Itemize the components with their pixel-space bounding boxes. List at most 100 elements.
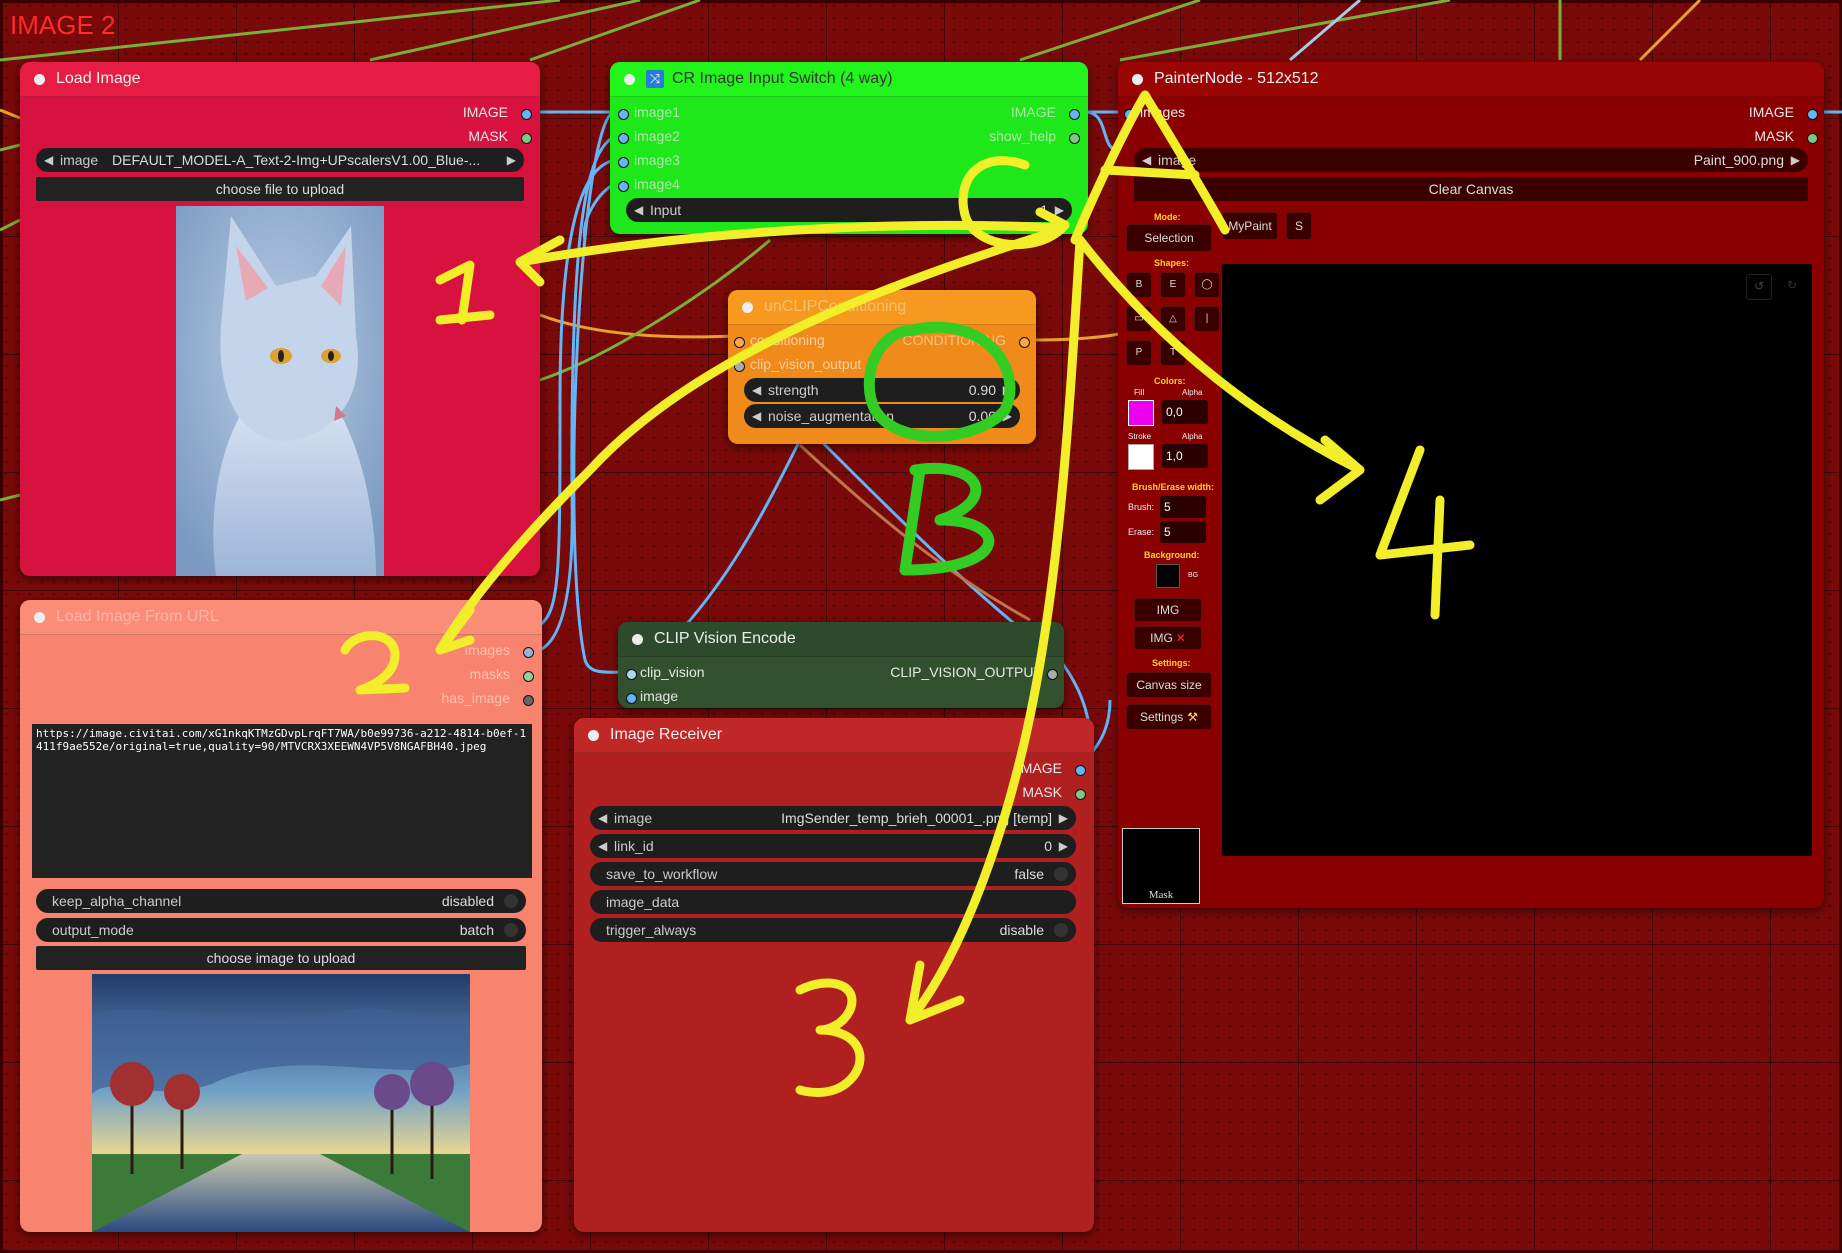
arrow-right-icon[interactable]: ▶ bbox=[1003, 404, 1012, 428]
group-title[interactable]: IMAGE 2 bbox=[10, 10, 115, 41]
arrow-right-icon[interactable]: ▶ bbox=[1059, 834, 1068, 858]
input-select-widget[interactable]: ◀ Input 1 ▶ bbox=[626, 198, 1072, 222]
cr-switch-node[interactable]: ⤨ CR Image Input Switch (4 way) image1 i… bbox=[610, 62, 1088, 234]
shape-pencil-button[interactable]: P bbox=[1126, 340, 1152, 366]
output-images[interactable]: images bbox=[465, 642, 510, 658]
input-image[interactable]: image bbox=[640, 688, 678, 704]
erase-width-input[interactable]: 5 bbox=[1160, 521, 1206, 543]
output-mode-toggle[interactable]: output_mode batch bbox=[36, 918, 526, 942]
shape-eraser-button[interactable]: E bbox=[1160, 272, 1186, 298]
input-image3-dot-icon[interactable] bbox=[618, 157, 629, 168]
upload-button[interactable]: choose image to upload bbox=[36, 946, 526, 970]
image-data-field[interactable]: image_data bbox=[590, 890, 1076, 914]
output-mask[interactable]: MASK bbox=[1022, 784, 1062, 800]
input-image-dot-icon[interactable] bbox=[626, 693, 637, 704]
output-image-dot-icon[interactable] bbox=[1807, 109, 1818, 120]
output-clip-vision-output-dot-icon[interactable] bbox=[1047, 669, 1058, 680]
arrow-left-icon[interactable]: ◀ bbox=[752, 378, 761, 402]
noise-augmentation-widget[interactable]: ◀ noise_augmentation 0.00 ▶ bbox=[744, 404, 1020, 428]
arrow-left-icon[interactable]: ◀ bbox=[598, 806, 607, 830]
arrow-right-icon[interactable]: ▶ bbox=[507, 148, 516, 172]
collapse-dot-icon[interactable] bbox=[34, 612, 45, 623]
arrow-left-icon[interactable]: ◀ bbox=[44, 148, 53, 172]
output-images-dot-icon[interactable] bbox=[523, 647, 534, 658]
painter-image-widget[interactable]: ◀ image Paint_900.png ▶ bbox=[1134, 148, 1808, 172]
upload-button[interactable]: choose file to upload bbox=[36, 177, 524, 201]
brush-width-input[interactable]: 5 bbox=[1160, 496, 1206, 518]
fill-color-swatch[interactable] bbox=[1128, 400, 1154, 426]
mode-selection-button[interactable]: Selection bbox=[1126, 224, 1212, 252]
input-image1[interactable]: image1 bbox=[634, 104, 680, 120]
output-has-image[interactable]: has_image bbox=[442, 690, 511, 706]
load-image-url-node[interactable]: Load Image From URL images masks has_ima… bbox=[20, 600, 542, 1232]
arrow-right-icon[interactable]: ▶ bbox=[1055, 198, 1064, 222]
arrow-left-icon[interactable]: ◀ bbox=[598, 834, 607, 858]
stroke-alpha-input[interactable]: 1,0 bbox=[1162, 444, 1208, 468]
receiver-title-bar[interactable]: Image Receiver bbox=[574, 718, 1094, 753]
undo-icon[interactable]: ↺ bbox=[1746, 274, 1772, 300]
clip-vision-title-bar[interactable]: CLIP Vision Encode bbox=[618, 622, 1064, 657]
painter-canvas[interactable]: ↺ ↻ bbox=[1222, 264, 1812, 856]
input-conditioning[interactable]: conditioning bbox=[750, 332, 825, 348]
url-textarea[interactable]: https://image.civitai.com/xG1nkqKTMzGDvp… bbox=[32, 724, 532, 878]
arrow-left-icon[interactable]: ◀ bbox=[752, 404, 761, 428]
output-mask-dot-icon[interactable] bbox=[521, 133, 532, 144]
strength-widget[interactable]: ◀ strength 0.90 ▶ bbox=[744, 378, 1020, 402]
background-color-swatch[interactable] bbox=[1156, 564, 1180, 588]
clear-canvas-button[interactable]: Clear Canvas bbox=[1134, 177, 1808, 201]
load-url-title-bar[interactable]: Load Image From URL bbox=[20, 600, 542, 635]
painter-node[interactable]: PainterNode - 512x512 images IMAGE MASK … bbox=[1118, 62, 1824, 908]
output-image[interactable]: IMAGE bbox=[463, 104, 508, 120]
input-image2[interactable]: image2 bbox=[634, 128, 680, 144]
mypaint-button[interactable]: MyPaint bbox=[1222, 212, 1278, 240]
trigger-always-toggle[interactable]: trigger_always disable bbox=[590, 918, 1076, 942]
redo-icon[interactable]: ↻ bbox=[1780, 274, 1804, 298]
shape-circle-button[interactable]: ◯ bbox=[1194, 272, 1220, 298]
output-masks-dot-icon[interactable] bbox=[523, 671, 534, 682]
arrow-left-icon[interactable]: ◀ bbox=[634, 198, 643, 222]
output-image-dot-icon[interactable] bbox=[521, 109, 532, 120]
img-button[interactable]: IMG bbox=[1134, 598, 1202, 622]
output-masks[interactable]: masks bbox=[470, 666, 510, 682]
input-images[interactable]: images bbox=[1140, 104, 1185, 120]
fill-alpha-input[interactable]: 0,0 bbox=[1162, 400, 1208, 424]
image-combo-widget[interactable]: ◀ image DEFAULT_MODEL-A_Text-2-Img+UPsca… bbox=[36, 148, 524, 172]
output-show-help-dot-icon[interactable] bbox=[1069, 133, 1080, 144]
collapse-dot-icon[interactable] bbox=[632, 634, 643, 645]
receiver-image-widget[interactable]: ◀ image ImgSender_temp_brieh_00001_.png … bbox=[590, 806, 1076, 830]
canvas-size-button[interactable]: Canvas size bbox=[1126, 672, 1212, 698]
arrow-left-icon[interactable]: ◀ bbox=[1142, 148, 1151, 172]
link-id-widget[interactable]: ◀ link_id 0 ▶ bbox=[590, 834, 1076, 858]
output-image[interactable]: IMAGE bbox=[1011, 104, 1056, 120]
output-image[interactable]: IMAGE bbox=[1017, 760, 1062, 776]
mask-preview[interactable]: Mask bbox=[1122, 828, 1200, 904]
output-image-dot-icon[interactable] bbox=[1069, 109, 1080, 120]
shape-rect-button[interactable]: ▭ bbox=[1126, 306, 1152, 332]
collapse-dot-icon[interactable] bbox=[1132, 74, 1143, 85]
unclip-title-bar[interactable]: unCLIPConditioning bbox=[728, 290, 1036, 325]
clip-vision-encode-node[interactable]: CLIP Vision Encode clip_vision image CLI… bbox=[618, 622, 1064, 708]
image-receiver-node[interactable]: Image Receiver IMAGE MASK ◀ image ImgSen… bbox=[574, 718, 1094, 1232]
save-to-workflow-toggle[interactable]: save_to_workflow false bbox=[590, 862, 1076, 886]
stroke-color-swatch[interactable] bbox=[1128, 444, 1154, 470]
output-mask[interactable]: MASK bbox=[468, 128, 508, 144]
img-remove-button[interactable]: IMG ✕ bbox=[1134, 626, 1202, 650]
output-mask-dot-icon[interactable] bbox=[1075, 789, 1086, 800]
output-mask[interactable]: MASK bbox=[1754, 128, 1794, 144]
shape-line-button[interactable]: | bbox=[1194, 306, 1220, 332]
arrow-right-icon[interactable]: ▶ bbox=[1059, 806, 1068, 830]
unclip-conditioning-node[interactable]: unCLIPConditioning conditioning clip_vis… bbox=[728, 290, 1036, 444]
shape-text-button[interactable]: T bbox=[1160, 340, 1186, 366]
shape-triangle-button[interactable]: △ bbox=[1160, 306, 1186, 332]
load-image-title-bar[interactable]: Load Image bbox=[20, 62, 540, 97]
arrow-right-icon[interactable]: ▶ bbox=[1791, 148, 1800, 172]
arrow-right-icon[interactable]: ▶ bbox=[1003, 378, 1012, 402]
keep-alpha-channel-toggle[interactable]: keep_alpha_channel disabled bbox=[36, 889, 526, 913]
output-has-image-dot-icon[interactable] bbox=[523, 695, 534, 706]
output-show-help[interactable]: show_help bbox=[989, 128, 1056, 144]
input-image3[interactable]: image3 bbox=[634, 152, 680, 168]
load-image-node[interactable]: Load Image IMAGE MASK ◀ image DEFAULT_MO… bbox=[20, 62, 540, 576]
input-clip-vision-output-dot-icon[interactable] bbox=[734, 361, 745, 372]
input-image2-dot-icon[interactable] bbox=[618, 133, 629, 144]
output-image-dot-icon[interactable] bbox=[1075, 765, 1086, 776]
